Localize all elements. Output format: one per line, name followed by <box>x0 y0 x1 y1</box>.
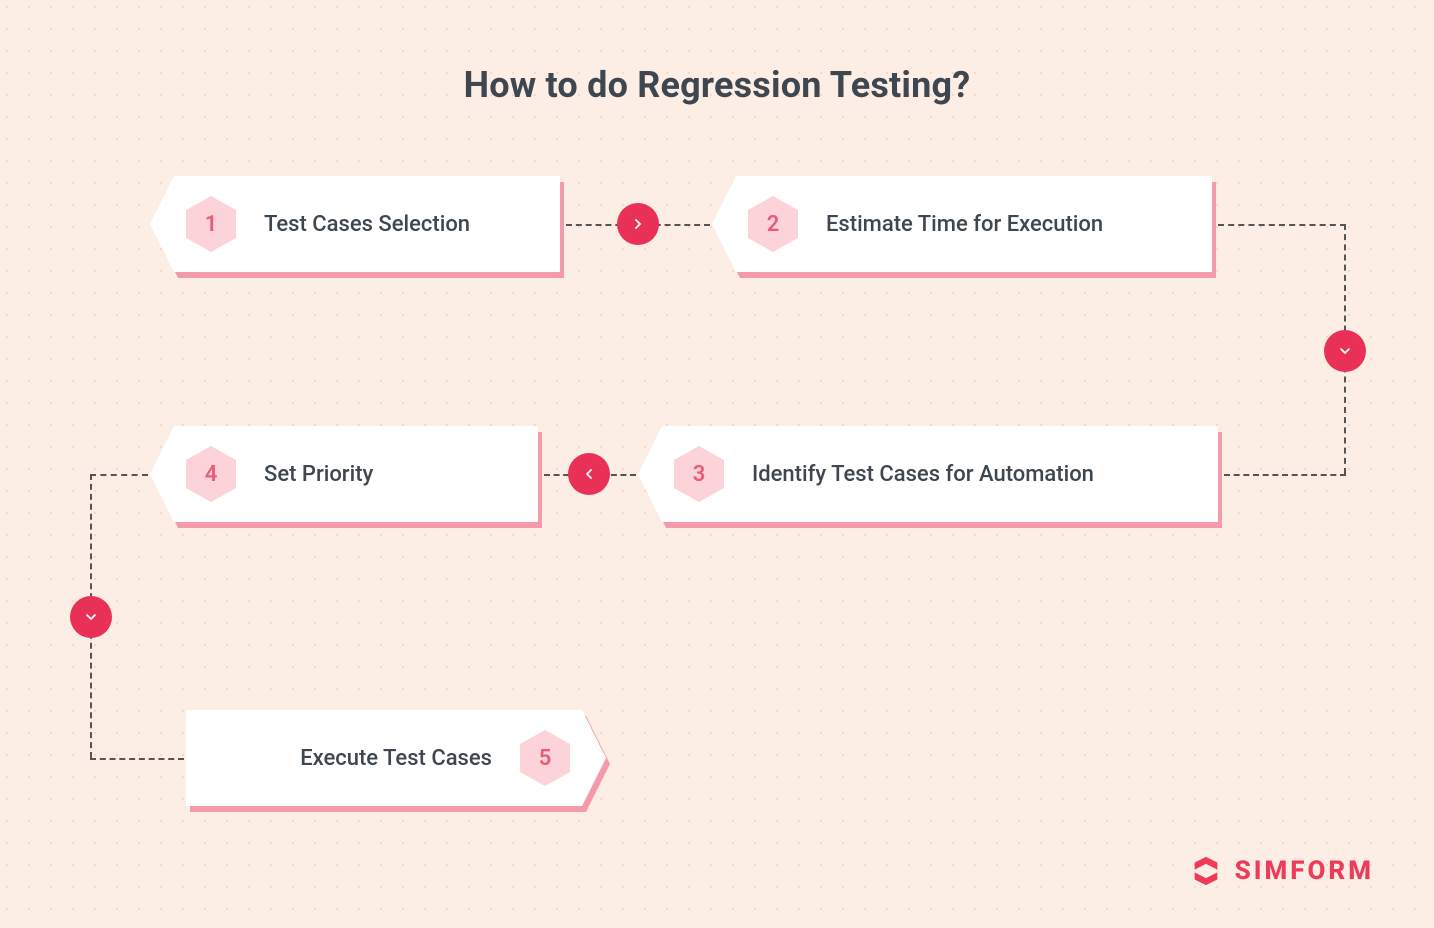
brand-logo: SIMFORM <box>1189 854 1374 888</box>
connector <box>90 474 148 476</box>
chevron-down-icon <box>70 596 112 638</box>
step-label: Estimate Time for Execution <box>826 212 1103 237</box>
step-number: 2 <box>767 212 780 237</box>
step-5: 5 Execute Test Cases <box>186 710 606 806</box>
hexagon-icon: 2 <box>748 196 798 252</box>
chevron-right-icon <box>617 203 659 245</box>
step-number: 4 <box>205 462 218 487</box>
step-label: Identify Test Cases for Automation <box>752 462 1094 487</box>
step-label: Execute Test Cases <box>300 746 492 771</box>
step-number: 1 <box>205 212 218 237</box>
step-4: 4 Set Priority <box>150 426 538 522</box>
step-1: 1 Test Cases Selection <box>150 176 560 272</box>
chevron-down-icon <box>1324 330 1366 372</box>
step-number: 3 <box>693 462 706 487</box>
step-label: Test Cases Selection <box>264 212 470 237</box>
chevron-left-icon <box>568 453 610 495</box>
hexagon-icon: 4 <box>186 446 236 502</box>
brand-name: SIMFORM <box>1235 856 1374 886</box>
step-label: Set Priority <box>264 462 373 487</box>
simform-mark-icon <box>1189 854 1223 888</box>
connector <box>1218 224 1346 226</box>
connector <box>90 758 184 760</box>
connector <box>1224 474 1346 476</box>
hexagon-icon: 5 <box>520 730 570 786</box>
hexagon-icon: 3 <box>674 446 724 502</box>
step-2: 2 Estimate Time for Execution <box>712 176 1212 272</box>
diagram-title: How to do Regression Testing? <box>0 64 1434 106</box>
step-number: 5 <box>539 746 552 771</box>
hexagon-icon: 1 <box>186 196 236 252</box>
step-3: 3 Identify Test Cases for Automation <box>638 426 1218 522</box>
